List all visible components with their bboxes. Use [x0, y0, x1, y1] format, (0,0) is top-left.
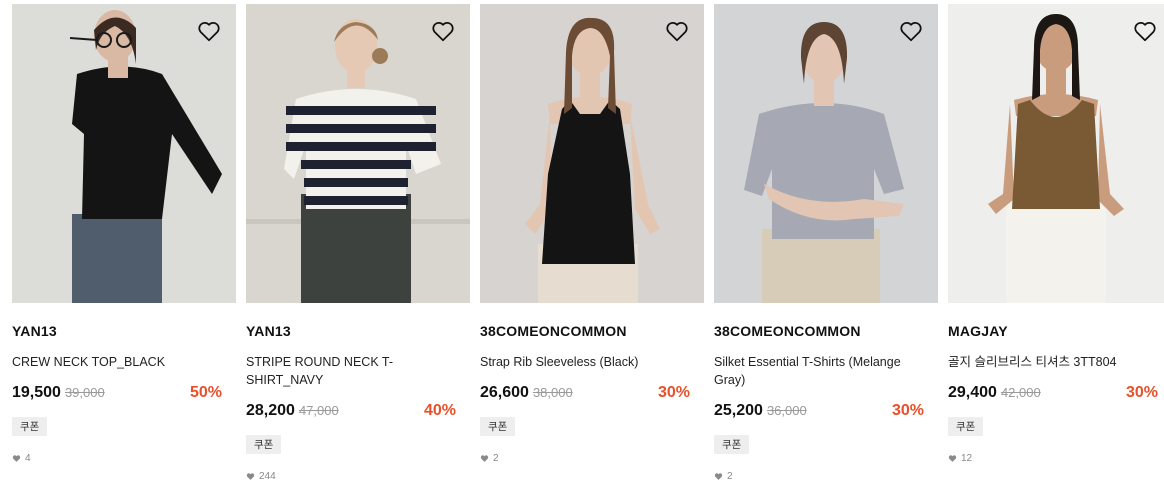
discount-rate: 50%	[189, 384, 222, 401]
wishlist-heart-icon[interactable]	[1132, 18, 1158, 44]
product-name[interactable]: Silket Essential T-Shirts (Melange Gray)	[714, 353, 938, 389]
product-card[interactable]: 38COMEONCOMMON Strap Rib Sleeveless (Bla…	[480, 4, 704, 464]
original-price: 36,000	[766, 403, 807, 418]
like-count-value: 244	[259, 471, 276, 482]
product-card[interactable]: 38COMEONCOMMON Silket Essential T-Shirts…	[714, 4, 938, 482]
original-price: 39,000	[64, 385, 105, 400]
product-image[interactable]	[948, 4, 1164, 303]
heart-filled-icon	[12, 455, 21, 462]
product-card[interactable]: MAGJAY 골지 슬리브리스 티셔츠 3TT804 29,400 42,000 …	[948, 4, 1164, 464]
model-photo	[948, 4, 1164, 303]
discount-rate: 30%	[1125, 384, 1158, 401]
price-row: 28,200 47,000 40%	[246, 402, 470, 424]
product-image[interactable]	[480, 4, 704, 303]
price-row: 19,500 39,000 50%	[12, 384, 236, 406]
heart-filled-icon	[480, 455, 489, 462]
brand-name[interactable]: YAN13	[12, 323, 236, 341]
like-count-value: 12	[961, 453, 973, 464]
wishlist-heart-icon[interactable]	[430, 18, 456, 44]
discount-rate: 40%	[423, 402, 456, 419]
price-row: 25,200 36,000 30%	[714, 402, 938, 424]
product-grid: YAN13 CREW NECK TOP_BLACK 19,500 39,000 5…	[0, 0, 1164, 504]
coupon-badge: 쿠폰	[948, 417, 984, 436]
like-count: 244	[246, 471, 470, 482]
coupon-badge: 쿠폰	[12, 417, 48, 436]
sale-price: 29,400	[948, 384, 997, 401]
brand-name[interactable]: 38COMEONCOMMON	[480, 323, 704, 341]
product-name[interactable]: Strap Rib Sleeveless (Black)	[480, 353, 704, 371]
product-card[interactable]: YAN13 CREW NECK TOP_BLACK 19,500 39,000 5…	[12, 4, 236, 464]
product-image[interactable]	[246, 4, 470, 303]
product-image[interactable]	[12, 4, 236, 303]
like-count-value: 2	[493, 453, 499, 464]
original-price: 38,000	[532, 385, 573, 400]
coupon-badge: 쿠폰	[714, 435, 750, 454]
model-photo	[714, 4, 938, 303]
product-card[interactable]: YAN13 STRIPE ROUND NECK T-SHIRT_NAVY 28,…	[246, 4, 470, 482]
heart-filled-icon	[714, 473, 723, 480]
sale-price: 19,500	[12, 384, 61, 401]
original-price: 47,000	[298, 403, 339, 418]
like-count: 2	[480, 453, 704, 464]
discount-rate: 30%	[891, 402, 924, 419]
like-count: 2	[714, 471, 938, 482]
like-count: 12	[948, 453, 1164, 464]
like-count: 4	[12, 453, 236, 464]
coupon-badge: 쿠폰	[480, 417, 516, 436]
price-row: 29,400 42,000 30%	[948, 384, 1164, 406]
brand-name[interactable]: MAGJAY	[948, 323, 1164, 341]
product-name[interactable]: CREW NECK TOP_BLACK	[12, 353, 236, 371]
heart-filled-icon	[948, 455, 957, 462]
sale-price: 26,600	[480, 384, 529, 401]
heart-filled-icon	[246, 473, 255, 480]
brand-name[interactable]: 38COMEONCOMMON	[714, 323, 938, 341]
coupon-badge: 쿠폰	[246, 435, 282, 454]
model-photo	[480, 4, 704, 303]
brand-name[interactable]: YAN13	[246, 323, 470, 341]
price-row: 26,600 38,000 30%	[480, 384, 704, 406]
model-photo	[246, 4, 470, 303]
sale-price: 25,200	[714, 402, 763, 419]
wishlist-heart-icon[interactable]	[898, 18, 924, 44]
model-photo	[12, 4, 236, 303]
product-name[interactable]: 골지 슬리브리스 티셔츠 3TT804	[948, 353, 1164, 371]
like-count-value: 4	[25, 453, 31, 464]
sale-price: 28,200	[246, 402, 295, 419]
product-name[interactable]: STRIPE ROUND NECK T-SHIRT_NAVY	[246, 353, 470, 389]
wishlist-heart-icon[interactable]	[196, 18, 222, 44]
product-image[interactable]	[714, 4, 938, 303]
like-count-value: 2	[727, 471, 733, 482]
discount-rate: 30%	[657, 384, 690, 401]
original-price: 42,000	[1000, 385, 1041, 400]
wishlist-heart-icon[interactable]	[664, 18, 690, 44]
